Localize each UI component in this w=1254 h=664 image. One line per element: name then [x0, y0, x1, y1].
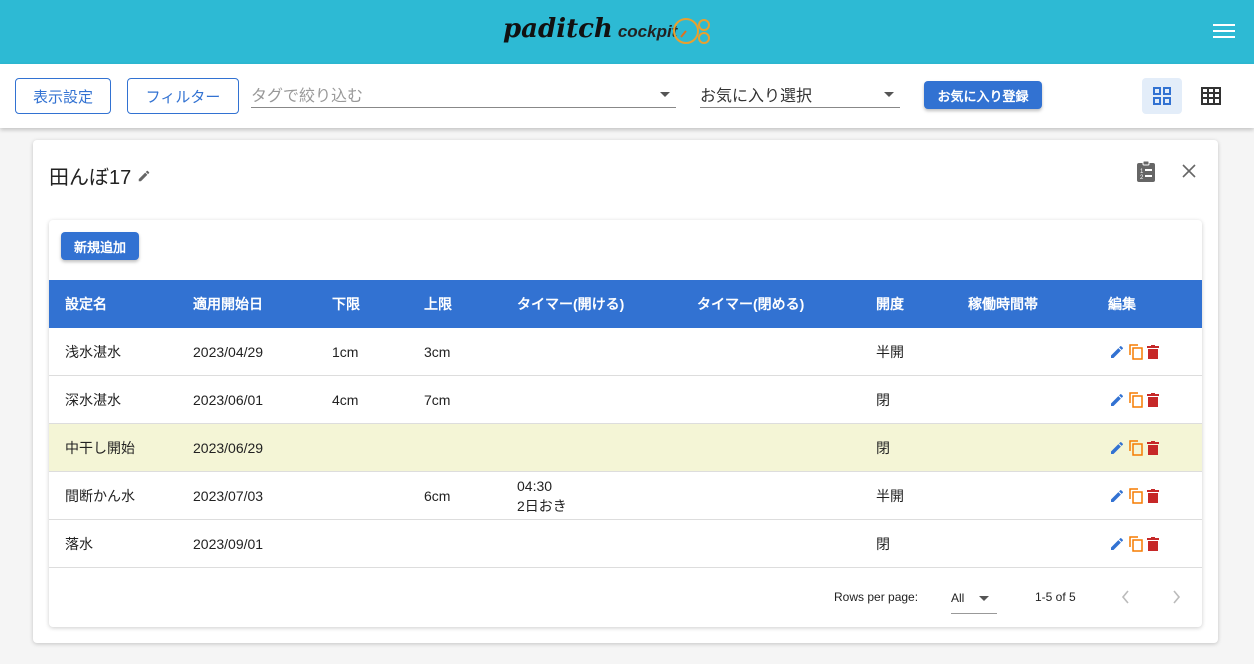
- column-header: 編集: [1108, 296, 1136, 312]
- row-actions: [1109, 536, 1159, 552]
- cell-upper-limit: 6cm: [424, 487, 451, 504]
- grid-icon: [1153, 87, 1171, 105]
- cell-setting-name: 落水: [65, 535, 93, 552]
- cell-upper-limit: 3cm: [424, 343, 451, 360]
- add-new-button[interactable]: 新規追加: [61, 232, 139, 260]
- cell-opening: 閉: [876, 535, 890, 552]
- cell-setting-name: 浅水湛水: [65, 343, 121, 360]
- pagination-range: 1-5 of 5: [1035, 590, 1076, 604]
- cell-setting-name: 中干し開始: [65, 439, 135, 456]
- table-header: 設定名 適用開始日 下限 上限 タイマー(開ける) タイマー(閉める) 開度 稼…: [49, 280, 1202, 328]
- delete-trash-icon[interactable]: [1147, 489, 1159, 503]
- edit-pencil-icon[interactable]: [1109, 488, 1125, 504]
- row-actions: [1109, 488, 1159, 504]
- cell-start-date: 2023/09/01: [193, 535, 264, 552]
- cell-upper-limit: 7cm: [424, 391, 451, 408]
- logo: paditch cockpit: [503, 14, 677, 44]
- cell-lower-limit: 4cm: [332, 391, 359, 408]
- table-row[interactable]: 深水湛水 2023/06/01 4cm 7cm 閉: [49, 376, 1202, 424]
- column-header[interactable]: 設定名: [65, 280, 107, 328]
- tag-filter-placeholder: タグで絞り込む: [251, 87, 364, 105]
- settings-table-container: 新規追加 設定名 適用開始日 下限 上限 タイマー(開ける) タイマー(閉める)…: [49, 220, 1202, 627]
- column-header[interactable]: タイマー(閉める): [697, 280, 804, 328]
- copy-icon[interactable]: [1129, 536, 1143, 552]
- edit-pencil-icon[interactable]: [1109, 536, 1125, 552]
- favorite-select-label: お気に入り選択: [700, 87, 813, 105]
- copy-icon[interactable]: [1129, 488, 1143, 504]
- table-row[interactable]: 中干し開始 2023/06/29 閉: [49, 424, 1202, 472]
- table-row[interactable]: 間断かん水 2023/07/03 6cm 04:30 2日おき 半開: [49, 472, 1202, 520]
- cell-setting-name: 深水湛水: [65, 391, 121, 408]
- field-name: 田んぼ17: [49, 167, 132, 189]
- display-settings-button[interactable]: 表示設定: [15, 78, 111, 114]
- toolbar: 表示設定 フィルター タグで絞り込む お気に入り選択 お気に入り登録: [0, 64, 1254, 128]
- next-page-icon[interactable]: [1171, 590, 1181, 604]
- row-actions: [1109, 344, 1159, 360]
- dropdown-arrow-icon: [979, 596, 989, 606]
- hamburger-menu-icon[interactable]: [1213, 24, 1235, 42]
- clipboard-list-icon[interactable]: 12: [1136, 160, 1156, 182]
- row-actions: [1109, 392, 1159, 408]
- favorite-register-button[interactable]: お気に入り登録: [924, 81, 1042, 109]
- close-icon[interactable]: [1182, 164, 1196, 178]
- cell-timer-open: 04:30 2日おき: [517, 477, 567, 514]
- card-title: 田んぼ17: [49, 161, 151, 190]
- cell-lower-limit: 1cm: [332, 343, 359, 360]
- table-view-button[interactable]: [1191, 78, 1231, 114]
- column-header[interactable]: 稼働時間帯: [968, 280, 1038, 328]
- rows-per-page-label: Rows per page:: [834, 590, 919, 604]
- table-icon: [1201, 87, 1221, 105]
- column-header[interactable]: タイマー(開ける): [517, 280, 624, 328]
- edit-title-pencil-icon[interactable]: [137, 169, 151, 183]
- cell-opening: 閉: [876, 391, 890, 408]
- cell-start-date: 2023/06/29: [193, 439, 264, 456]
- column-header[interactable]: 上限: [424, 280, 452, 328]
- app-bar: paditch cockpit: [0, 0, 1254, 64]
- cell-start-date: 2023/07/03: [193, 487, 264, 504]
- delete-trash-icon[interactable]: [1147, 393, 1159, 407]
- copy-icon[interactable]: [1129, 344, 1143, 360]
- table-row[interactable]: 浅水湛水 2023/04/29 1cm 3cm 半開: [49, 328, 1202, 376]
- delete-trash-icon[interactable]: [1147, 441, 1159, 455]
- favorite-select[interactable]: お気に入り選択: [700, 80, 900, 108]
- rows-per-page-value: All: [951, 590, 965, 605]
- delete-trash-icon[interactable]: [1147, 345, 1159, 359]
- delete-trash-icon[interactable]: [1147, 537, 1159, 551]
- row-actions: [1109, 440, 1159, 456]
- filter-button[interactable]: フィルター: [127, 78, 239, 114]
- dropdown-arrow-icon: [884, 92, 894, 102]
- logo-main: paditch: [503, 14, 613, 44]
- copy-icon[interactable]: [1129, 392, 1143, 408]
- logo-sub: cockpit: [617, 22, 678, 41]
- column-header[interactable]: 適用開始日: [193, 280, 263, 328]
- cell-start-date: 2023/06/01: [193, 391, 264, 408]
- edit-pencil-icon[interactable]: [1109, 392, 1125, 408]
- cell-opening: 半開: [876, 487, 904, 504]
- grid-view-button[interactable]: [1142, 78, 1182, 114]
- cell-opening: 閉: [876, 439, 890, 456]
- field-card: 田んぼ17 12 新規追加 設定名 適用開始日 下限 上限 タイマー(開ける) …: [33, 140, 1218, 643]
- cell-setting-name: 間断かん水: [65, 487, 135, 504]
- rows-per-page-select[interactable]: All: [951, 582, 997, 614]
- table-row[interactable]: 落水 2023/09/01 閉: [49, 520, 1202, 568]
- gauge-logo-icon: [673, 18, 710, 44]
- cell-start-date: 2023/04/29: [193, 343, 264, 360]
- column-header[interactable]: 開度: [876, 280, 904, 328]
- edit-pencil-icon[interactable]: [1109, 440, 1125, 456]
- prev-page-icon[interactable]: [1121, 590, 1131, 604]
- edit-pencil-icon[interactable]: [1109, 344, 1125, 360]
- tag-filter-select[interactable]: タグで絞り込む: [251, 80, 676, 108]
- table-footer: Rows per page: All 1-5 of 5: [49, 568, 1202, 627]
- cell-opening: 半開: [876, 343, 904, 360]
- dropdown-arrow-icon: [660, 92, 670, 102]
- copy-icon[interactable]: [1129, 440, 1143, 456]
- column-header[interactable]: 下限: [332, 280, 360, 328]
